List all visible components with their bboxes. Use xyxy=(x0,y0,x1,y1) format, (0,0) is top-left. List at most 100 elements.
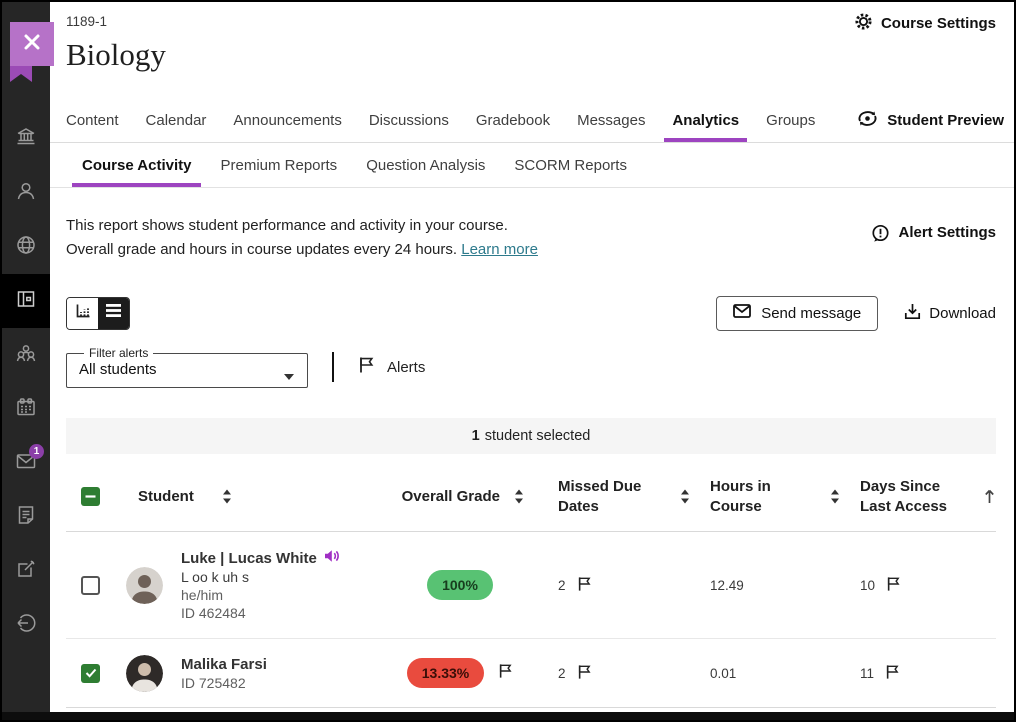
page-header: 1189-1 Biology Course Settings xyxy=(50,2,1014,98)
tab-gradebook[interactable]: Gradebook xyxy=(476,98,550,142)
overall-grade-pill: 13.33% xyxy=(407,658,484,688)
chart-view-button[interactable] xyxy=(67,298,98,329)
overall-grade-pill: 100% xyxy=(427,570,493,600)
sidebar-item-activity-stream[interactable] xyxy=(2,220,50,274)
select-all-checkbox[interactable] xyxy=(81,487,100,506)
flag-icon xyxy=(358,356,375,378)
avatar[interactable] xyxy=(126,655,163,692)
alert-icon xyxy=(871,224,890,247)
sidebar-item-messages[interactable]: 1 xyxy=(2,436,50,490)
alerts-filter-toggle[interactable]: Alerts xyxy=(358,356,425,378)
row-checkbox[interactable] xyxy=(81,664,100,683)
missed-due-dates-value: 2 xyxy=(558,578,566,593)
flag-icon xyxy=(577,664,592,683)
courses-icon xyxy=(14,287,38,316)
sort-hours-in-course-button[interactable] xyxy=(828,487,842,506)
flag-icon xyxy=(577,576,592,595)
tab-groups[interactable]: Groups xyxy=(766,98,815,142)
download-icon xyxy=(904,303,921,324)
tab-analytics[interactable]: Analytics xyxy=(672,98,739,142)
sidebar-item-calendar[interactable] xyxy=(2,382,50,436)
filter-alerts-dropdown[interactable]: Filter alerts All students xyxy=(66,346,308,388)
list-icon xyxy=(106,304,121,322)
sidebar-item-institution[interactable] xyxy=(2,112,50,166)
column-header-days-since-last-access: Days Since Last Access xyxy=(860,477,956,517)
flag-icon xyxy=(885,664,900,683)
sort-missed-due-dates-button[interactable] xyxy=(678,487,692,506)
envelope-icon xyxy=(733,304,751,322)
sort-days-since-last-access-button[interactable] xyxy=(982,487,997,506)
sort-overall-grade-button[interactable] xyxy=(512,487,526,506)
close-course-button[interactable] xyxy=(10,22,54,66)
avatar[interactable] xyxy=(126,567,163,604)
sort-student-button[interactable] xyxy=(220,487,234,506)
download-button[interactable]: Download xyxy=(904,303,996,324)
globe-icon xyxy=(14,233,38,262)
days-since-last-access-value: 10 xyxy=(860,578,875,593)
sidebar-item-courses[interactable] xyxy=(2,274,50,328)
alerts-filter-label: Alerts xyxy=(387,359,425,376)
compose-icon xyxy=(14,557,38,586)
sign-out-icon xyxy=(14,611,38,640)
hours-in-course-value: 0.01 xyxy=(710,666,736,681)
send-message-button[interactable]: Send message xyxy=(716,296,878,331)
subtab-scorm-reports[interactable]: SCORM Reports xyxy=(514,143,627,187)
student-name[interactable]: Luke | Lucas White xyxy=(181,550,317,567)
close-icon xyxy=(22,32,42,57)
view-toggle xyxy=(66,297,130,330)
course-settings-label: Course Settings xyxy=(881,15,996,32)
column-header-overall-grade: Overall Grade xyxy=(402,487,500,507)
days-since-last-access-value: 11 xyxy=(860,666,874,681)
tab-content[interactable]: Content xyxy=(66,98,119,142)
column-header-hours-in-course: Hours in Course xyxy=(710,477,802,517)
global-sidebar: 1 xyxy=(2,2,50,720)
selection-count: 1 xyxy=(472,428,480,444)
subtab-premium-reports[interactable]: Premium Reports xyxy=(220,143,337,187)
selection-label: student selected xyxy=(485,428,591,444)
course-title: Biology xyxy=(66,37,996,73)
alert-settings-button[interactable]: Alert Settings xyxy=(871,214,996,262)
learn-more-link[interactable]: Learn more xyxy=(461,241,538,258)
student-id: ID 725482 xyxy=(181,675,267,691)
window-bottom-edge xyxy=(2,712,1014,720)
sidebar-item-sign-out[interactable] xyxy=(2,598,50,652)
student-preview-button[interactable]: Student Preview xyxy=(856,109,1004,132)
tab-announcements[interactable]: Announcements xyxy=(233,98,341,142)
messages-unread-badge: 1 xyxy=(29,444,44,459)
institution-icon xyxy=(14,125,38,154)
student-pronouns: he/him xyxy=(181,587,340,603)
flag-icon xyxy=(498,663,513,684)
sidebar-item-tools[interactable] xyxy=(2,544,50,598)
student-preview-label: Student Preview xyxy=(887,112,1004,129)
send-message-label: Send message xyxy=(761,305,861,322)
subtab-question-analysis[interactable]: Question Analysis xyxy=(366,143,485,187)
subtab-course-activity[interactable]: Course Activity xyxy=(82,143,191,187)
tab-discussions[interactable]: Discussions xyxy=(369,98,449,142)
tab-calendar[interactable]: Calendar xyxy=(146,98,207,142)
course-settings-button[interactable]: Course Settings xyxy=(854,12,996,35)
bar-chart-icon xyxy=(75,303,91,324)
filter-row: Filter alerts All students Alerts xyxy=(50,346,1014,388)
name-pronunciation-audio-icon[interactable] xyxy=(324,549,340,567)
calendar-icon xyxy=(14,395,38,424)
missed-due-dates-value: 2 xyxy=(558,666,566,681)
list-view-button[interactable] xyxy=(98,298,129,329)
profile-icon xyxy=(14,179,38,208)
sidebar-item-grades[interactable] xyxy=(2,490,50,544)
report-description: This report shows student performance an… xyxy=(50,214,1014,262)
student-preview-icon xyxy=(856,109,879,132)
report-description-line2: Overall grade and hours in course update… xyxy=(66,241,457,258)
sidebar-item-organizations[interactable] xyxy=(2,328,50,382)
hours-in-course-value: 12.49 xyxy=(710,578,744,593)
analytics-toolbar: Send message Download xyxy=(50,296,1014,330)
sidebar-item-profile[interactable] xyxy=(2,166,50,220)
table-row: Malika Farsi ID 725482 13.33% 2 0.01 xyxy=(66,638,996,708)
column-header-missed-due-dates: Missed Due Dates xyxy=(558,477,652,517)
separator xyxy=(332,352,334,382)
gear-icon xyxy=(854,12,873,35)
row-checkbox[interactable] xyxy=(81,576,100,595)
student-pronunciation: L oo k uh s xyxy=(181,569,340,585)
analytics-subnav: Course Activity Premium Reports Question… xyxy=(50,143,1014,188)
student-name[interactable]: Malika Farsi xyxy=(181,656,267,673)
tab-messages[interactable]: Messages xyxy=(577,98,645,142)
